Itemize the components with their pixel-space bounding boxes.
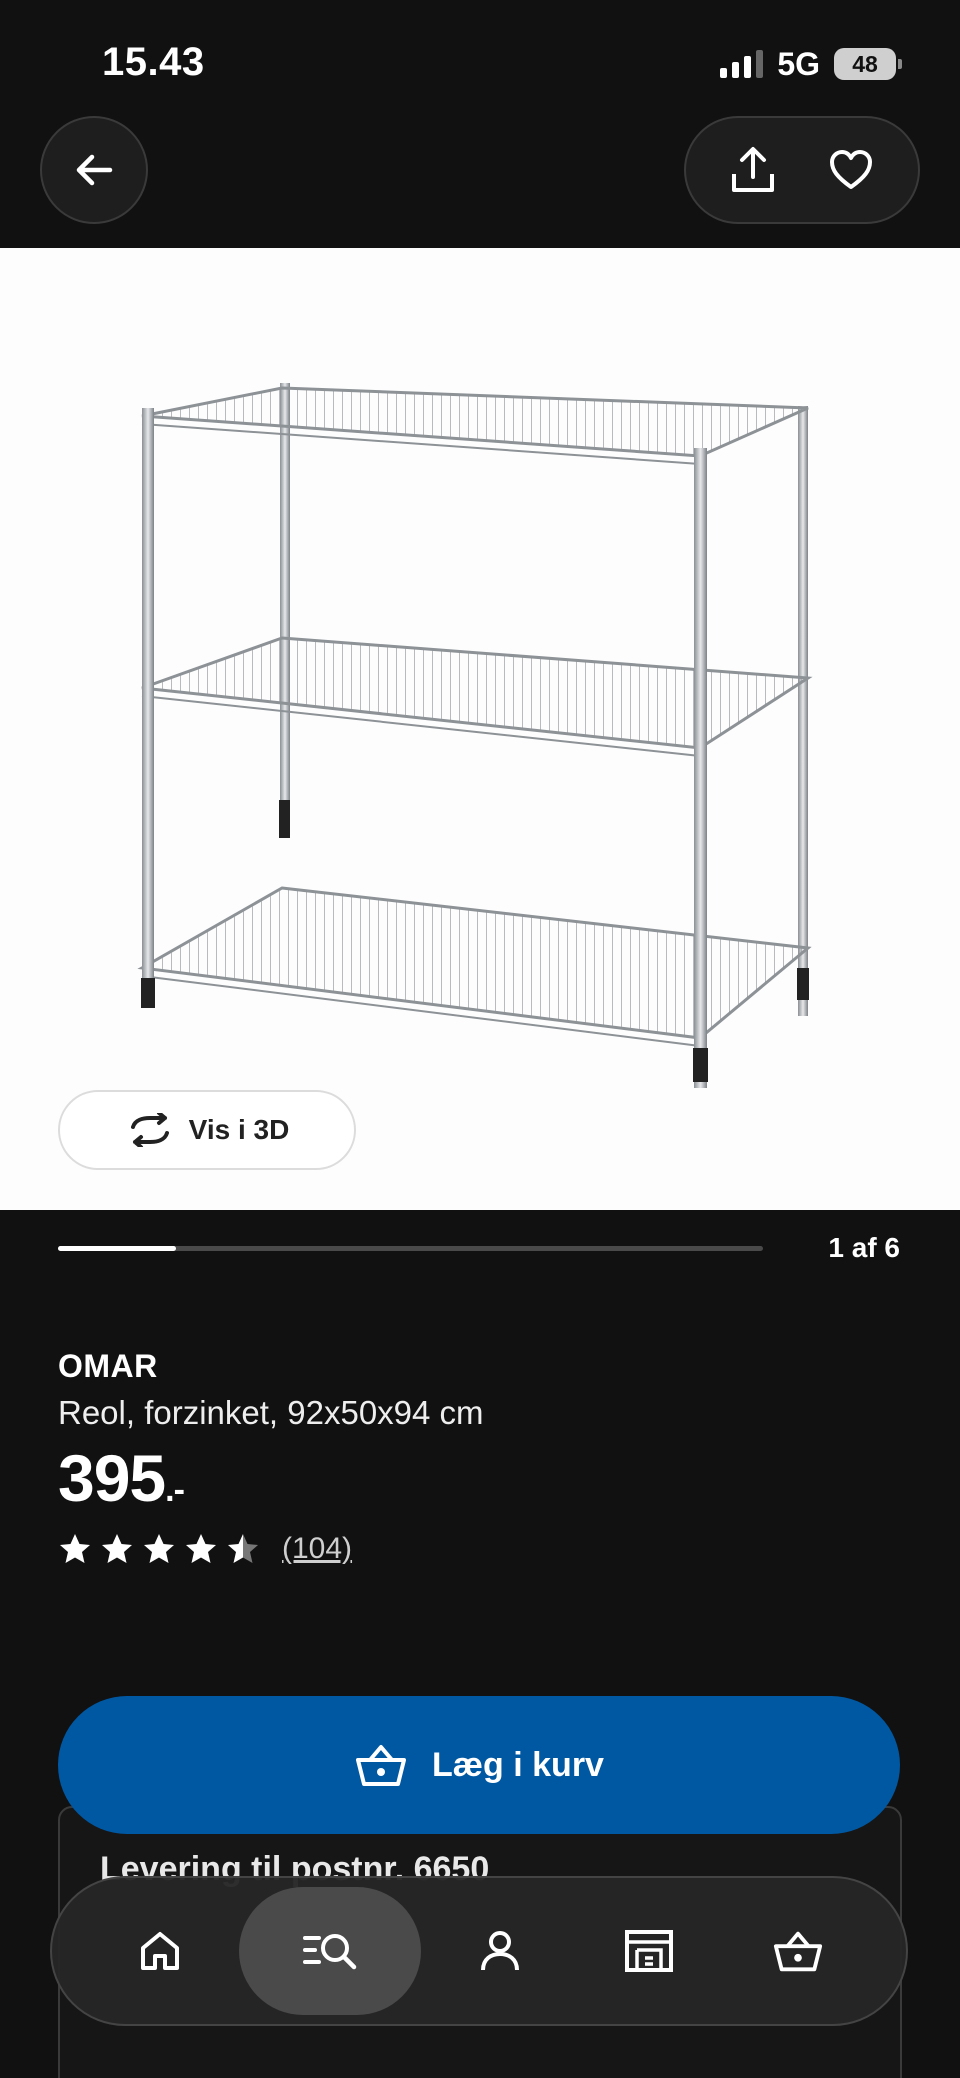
product-description: Reol, forzinket, 92x50x94 cm: [58, 1394, 484, 1431]
back-button[interactable]: [40, 116, 148, 224]
tab-stores[interactable]: [579, 1887, 719, 2015]
favorite-button[interactable]: [816, 135, 886, 205]
status-indicators: 5G 48: [720, 45, 902, 82]
gallery-track: [58, 1246, 763, 1251]
share-button[interactable]: [718, 135, 788, 205]
gallery-progress: 1 af 6: [58, 1232, 900, 1272]
arrow-left-icon: [76, 154, 113, 186]
status-bar: 15.43 5G 48: [0, 0, 960, 110]
profile-icon: [481, 1931, 519, 1971]
signal-icon: [720, 50, 764, 78]
product-rating[interactable]: (104): [58, 1532, 352, 1566]
price-suffix: .-: [165, 1471, 185, 1509]
tab-search[interactable]: [239, 1887, 421, 2015]
view-3d-button[interactable]: Vis i 3D: [58, 1090, 356, 1170]
store-icon: [625, 1930, 673, 1972]
price-value: 395: [58, 1441, 166, 1515]
network-label: 5G: [777, 45, 820, 82]
gallery-track-fill: [58, 1246, 176, 1251]
share-icon: [732, 147, 774, 192]
tab-home[interactable]: [90, 1887, 230, 2015]
home-icon: [141, 1932, 179, 1970]
nav-actions: [684, 116, 920, 224]
search-list-icon: [303, 1934, 357, 1970]
basket-icon: [773, 1931, 823, 1972]
product-image[interactable]: [0, 248, 960, 1210]
star-icon: [144, 1534, 174, 1563]
view-3d-label: Vis i 3D: [188, 1114, 290, 1145]
bottom-tab-bar: [50, 1876, 908, 2026]
product-name: OMAR: [58, 1348, 158, 1384]
battery-icon: 48: [834, 48, 902, 80]
tab-basket[interactable]: [728, 1887, 868, 2015]
add-to-cart-label: Læg i kurv: [432, 1745, 604, 1784]
star-icon: [186, 1534, 216, 1563]
star-icon: [60, 1534, 90, 1563]
rotate-3d-icon: [130, 1113, 169, 1147]
gallery-counter: 1 af 6: [828, 1232, 900, 1263]
star-icon: [102, 1534, 132, 1563]
product-price: 395.-: [58, 1440, 185, 1516]
heart-icon: [830, 150, 872, 189]
review-count-link[interactable]: (104): [282, 1532, 352, 1566]
shelf-unit-image: [137, 383, 813, 1088]
basket-icon: [356, 1745, 407, 1786]
star-rating: [58, 1532, 260, 1566]
battery-level: 48: [852, 50, 878, 77]
tab-profile[interactable]: [430, 1887, 570, 2015]
star-icon: [228, 1534, 258, 1563]
add-to-cart-button[interactable]: Læg i kurv: [58, 1696, 900, 1834]
status-time: 15.43: [102, 40, 205, 84]
